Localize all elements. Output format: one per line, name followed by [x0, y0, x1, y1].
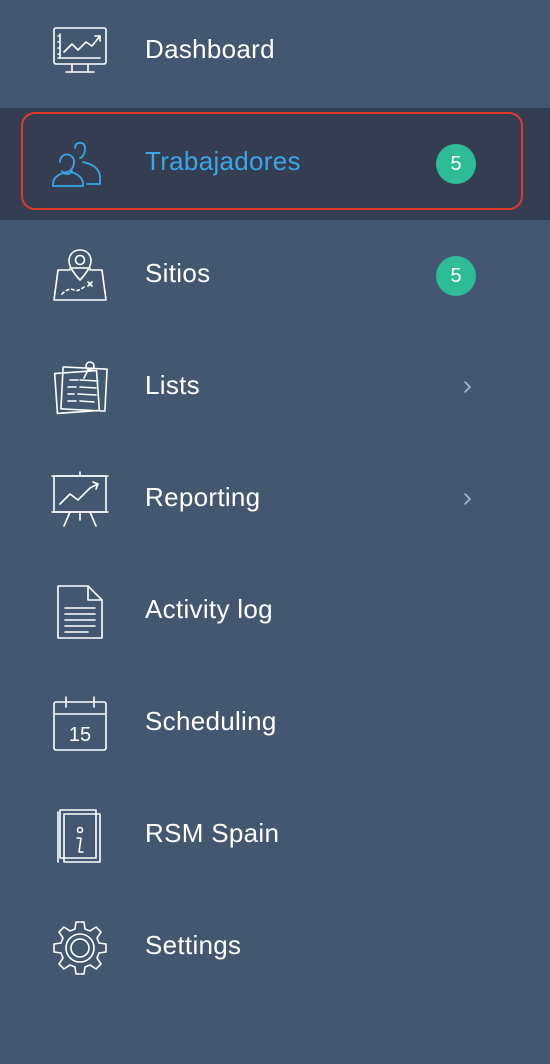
sidebar-item-sitios[interactable]: Sitios 5: [0, 220, 550, 332]
sidebar-item-label: Trabajadores: [145, 146, 301, 176]
map-pin-icon: [50, 246, 110, 306]
sidebar-item-lists[interactable]: Lists: [0, 332, 550, 444]
sidebar-item-label: Lists: [145, 370, 200, 400]
users-icon: [50, 134, 110, 194]
calendar-icon: 15: [50, 694, 110, 754]
gear-icon: [50, 918, 110, 978]
sidebar-item-rsm-spain[interactable]: RSM Spain: [0, 780, 550, 892]
info-book-icon: [50, 806, 110, 866]
sidebar-item-settings[interactable]: Settings: [0, 892, 550, 1004]
sidebar-item-label: RSM Spain: [145, 818, 280, 848]
sidebar-item-dashboard[interactable]: Dashboard: [0, 0, 550, 108]
sidebar-item-label: Dashboard: [145, 34, 275, 64]
sidebar-item-label: Sitios: [145, 258, 211, 288]
sidebar-item-label: Reporting: [145, 482, 261, 512]
count-badge: 5: [436, 256, 476, 296]
sidebar-item-trabajadores[interactable]: Trabajadores 5: [0, 108, 550, 220]
calendar-day-number: 15: [69, 724, 91, 746]
sidebar-item-label: Settings: [145, 930, 242, 960]
chevron-right-icon: [458, 377, 478, 397]
sidebar-nav: Dashboard Trabajadores 5 Sitios 5 Lists …: [0, 0, 550, 1064]
chevron-right-icon: [458, 489, 478, 509]
document-icon: [50, 582, 110, 642]
sidebar-item-reporting[interactable]: Reporting: [0, 444, 550, 556]
dashboard-monitor-icon: [50, 22, 110, 82]
count-badge: 5: [436, 144, 476, 184]
sidebar-item-activity-log[interactable]: Activity log: [0, 556, 550, 668]
sidebar-item-scheduling[interactable]: 15 Scheduling: [0, 668, 550, 780]
notes-icon: [50, 358, 110, 418]
sidebar-item-label: Activity log: [145, 594, 273, 624]
sidebar-item-label: Scheduling: [145, 706, 277, 736]
presentation-chart-icon: [50, 470, 110, 530]
